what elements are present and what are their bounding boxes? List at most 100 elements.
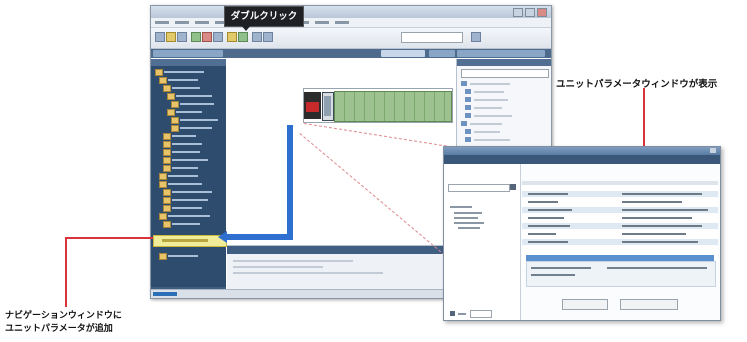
- tree-item-label: [168, 183, 202, 185]
- search-icon[interactable]: [227, 32, 237, 42]
- grid-cell[interactable]: [528, 201, 558, 203]
- power-indicator: [306, 102, 319, 112]
- grid-cell[interactable]: [622, 233, 686, 235]
- device-icon: [163, 149, 171, 156]
- element-item[interactable]: [474, 139, 510, 141]
- folder-icon: [163, 85, 171, 92]
- parameter-item-tree: [444, 164, 521, 320]
- toolbar-dropdown[interactable]: [401, 32, 463, 43]
- folder-icon: [167, 109, 175, 116]
- view-option-button[interactable]: [470, 310, 492, 318]
- open-project-icon[interactable]: [166, 32, 176, 42]
- tab-document-2[interactable]: [429, 50, 455, 57]
- nav-item-unit-parameter[interactable]: [153, 235, 227, 247]
- element-item[interactable]: [474, 99, 508, 101]
- close-button[interactable]: [537, 8, 547, 17]
- undo-icon[interactable]: [252, 32, 262, 42]
- module-icon: [465, 97, 471, 102]
- io-module-slots[interactable]: [334, 91, 452, 122]
- power-supply-module[interactable]: [304, 92, 321, 119]
- tree-item-label: [172, 167, 198, 169]
- status-indicator: [153, 292, 177, 296]
- grid-cell[interactable]: [528, 209, 572, 211]
- tree-item-label: [172, 223, 200, 225]
- tree-item-label: [172, 135, 196, 137]
- module-icon: [465, 105, 471, 110]
- element-item[interactable]: [474, 131, 500, 133]
- unit-parameter-title-bar[interactable]: [444, 147, 720, 155]
- grid-cell[interactable]: [528, 241, 568, 243]
- arrow-left-icon: [218, 231, 227, 243]
- tab-module-configuration[interactable]: [381, 50, 425, 57]
- tree-item-label: [172, 191, 212, 193]
- compile-icon[interactable]: [238, 32, 248, 42]
- parameter-tree-item[interactable]: [454, 212, 482, 214]
- explanation-line: [531, 274, 575, 276]
- grid-cell[interactable]: [622, 217, 692, 219]
- view-option-icon[interactable]: [450, 311, 455, 316]
- window-icon[interactable]: [471, 32, 481, 42]
- callout-leader-left-h: [65, 237, 153, 239]
- parameter-tree-item[interactable]: [454, 222, 484, 224]
- tree-item-label: [172, 151, 200, 153]
- tree-item-label: [168, 79, 198, 81]
- tab-element-selection[interactable]: [457, 50, 545, 57]
- cpu-unit-module[interactable]: [322, 92, 334, 121]
- unit-parameter-window: [443, 146, 721, 321]
- element-selection-header: [457, 59, 551, 66]
- grid-cell[interactable]: [622, 193, 702, 195]
- folder-icon: [159, 213, 167, 220]
- grid-cell[interactable]: [622, 201, 682, 203]
- tree-item-label: [172, 87, 200, 89]
- parameter-tree-item[interactable]: [450, 206, 472, 208]
- callout-leader-right: [643, 88, 645, 146]
- callout-navigation-window: ナビゲーションウィンドウに ユニットパラメータが追加: [5, 310, 122, 336]
- grid-cell[interactable]: [622, 241, 698, 243]
- element-item[interactable]: [474, 91, 504, 93]
- write-plc-icon[interactable]: [202, 32, 212, 42]
- search-icon[interactable]: [510, 184, 516, 190]
- read-plc-icon[interactable]: [191, 32, 201, 42]
- grid-cell[interactable]: [622, 225, 702, 227]
- grid-cell[interactable]: [528, 193, 568, 195]
- save-icon[interactable]: [177, 32, 187, 42]
- monitor-icon[interactable]: [213, 32, 223, 42]
- tree-item-label: [172, 143, 202, 145]
- menu-bar[interactable]: [151, 18, 551, 28]
- element-search-input[interactable]: [461, 69, 549, 78]
- grid-cell[interactable]: [622, 209, 708, 211]
- grid-cell[interactable]: [528, 225, 570, 227]
- module-icon: [465, 113, 471, 118]
- parameter-tree-item[interactable]: [458, 227, 480, 229]
- folder-icon: [159, 77, 167, 84]
- parameter-setting-grid: [522, 181, 718, 266]
- explanation-line: [531, 267, 591, 269]
- nav-item-unit-parameter-label: [162, 239, 208, 242]
- tree-item-label: [180, 127, 212, 129]
- close-icon[interactable]: [710, 148, 716, 153]
- program-icon: [171, 125, 179, 132]
- parameter-tree-item[interactable]: [454, 217, 478, 219]
- maximize-button[interactable]: [525, 8, 535, 17]
- new-project-icon[interactable]: [155, 32, 165, 42]
- element-item[interactable]: [470, 123, 502, 125]
- minimize-button[interactable]: [513, 8, 523, 17]
- element-item[interactable]: [474, 115, 512, 117]
- unit-module-face: [324, 96, 331, 116]
- restore-default-button[interactable]: [620, 299, 678, 310]
- parameter-search-input[interactable]: [448, 184, 510, 192]
- tree-item-label: [180, 119, 218, 121]
- tab-navigation[interactable]: [153, 50, 223, 57]
- element-item[interactable]: [470, 83, 510, 85]
- grid-cell[interactable]: [528, 217, 564, 219]
- title-bar[interactable]: [151, 6, 551, 18]
- unit-parameter-tabs[interactable]: [444, 155, 720, 164]
- element-item[interactable]: [474, 107, 502, 109]
- redo-icon[interactable]: [263, 32, 273, 42]
- output-line: [233, 260, 353, 262]
- program-icon: [171, 101, 179, 108]
- tree-item-label: [172, 207, 202, 209]
- check-button[interactable]: [562, 299, 608, 310]
- callout-navigation-line-1: ナビゲーションウィンドウに: [5, 311, 122, 321]
- grid-cell[interactable]: [528, 233, 556, 235]
